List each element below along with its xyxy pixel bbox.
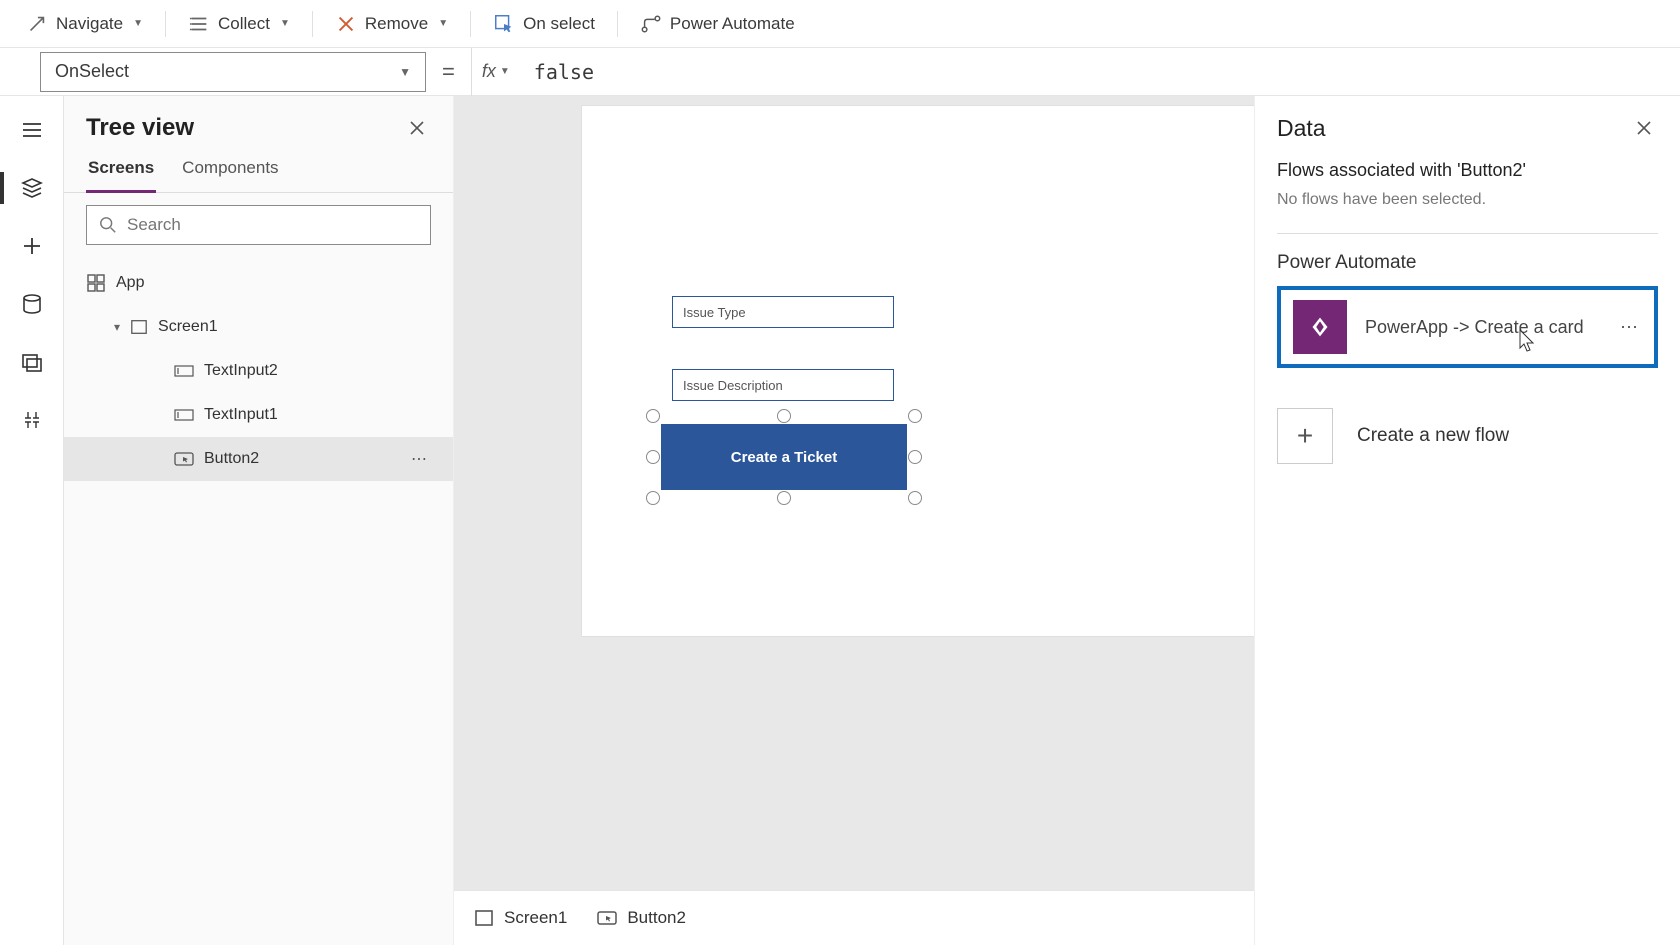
crumb-label: Button2 (627, 908, 686, 928)
new-flow-label: Create a new flow (1357, 425, 1509, 447)
flow-item-create-card[interactable]: PowerApp -> Create a card ⋯ (1277, 286, 1658, 368)
navigate-icon (26, 13, 48, 35)
top-toolbar: Navigate ▼ Collect ▼ Remove ▼ On select … (0, 0, 1680, 48)
textinput-icon (174, 365, 194, 377)
collect-label: Collect (218, 14, 270, 34)
button-label: Create a Ticket (731, 449, 837, 466)
insert-button[interactable] (8, 222, 56, 270)
tools-button[interactable] (8, 396, 56, 444)
collect-icon (188, 13, 210, 35)
more-button[interactable]: ⋯ (407, 445, 431, 473)
flow-label: PowerApp -> Create a card (1365, 317, 1598, 338)
hamburger-button[interactable] (8, 106, 56, 154)
chevron-down-icon: ▼ (280, 18, 290, 29)
left-rail (0, 96, 64, 945)
power-automate-button[interactable]: Power Automate (626, 7, 809, 41)
tree-item-textinput2[interactable]: TextInput2 (64, 349, 453, 393)
cursor-icon (493, 13, 515, 35)
collect-button[interactable]: Collect ▼ (174, 7, 304, 41)
no-flows-text: No flows have been selected. (1277, 191, 1658, 209)
formula-bar: OnSelect ▼ = fx ▼ false (0, 48, 1680, 96)
canvas-textinput1[interactable]: Issue Description (672, 369, 894, 401)
data-button[interactable] (8, 280, 56, 328)
data-panel: Data Flows associated with 'Button2' No … (1254, 96, 1680, 945)
power-automate-heading: Power Automate (1277, 252, 1658, 274)
tree-label: TextInput1 (204, 406, 278, 424)
formula-input[interactable]: false (520, 60, 1680, 84)
crumb-label: Screen1 (504, 908, 567, 928)
property-value: OnSelect (55, 61, 129, 82)
canvas-surface[interactable]: Issue Type Issue Description Create a Ti… (582, 106, 1254, 636)
tree-title: Tree view (86, 114, 194, 142)
flow-more-button[interactable]: ⋯ (1616, 313, 1642, 342)
button-icon (597, 911, 617, 925)
create-new-flow-button[interactable]: + Create a new flow (1277, 408, 1658, 464)
media-button[interactable] (8, 338, 56, 386)
separator (617, 11, 618, 37)
property-dropdown[interactable]: OnSelect ▼ (40, 52, 426, 92)
app-icon (86, 273, 106, 293)
tree-view-button[interactable] (8, 164, 56, 212)
chevron-down-icon: ▼ (133, 18, 143, 29)
input-placeholder: Issue Type (683, 305, 746, 320)
screen-icon (474, 908, 494, 928)
flow-icon (640, 13, 662, 35)
separator (312, 11, 313, 37)
breadcrumb: Screen1 Button2 (454, 890, 1254, 945)
fx-label: fx (482, 61, 496, 82)
tab-components[interactable]: Components (180, 150, 280, 192)
powerapps-icon (1293, 300, 1347, 354)
search-icon (99, 216, 117, 234)
close-tree-button[interactable] (403, 114, 431, 142)
chevron-down-icon: ▼ (399, 65, 411, 79)
canvas-button2[interactable]: Create a Ticket (661, 424, 907, 490)
textinput-icon (174, 409, 194, 421)
tree-view-panel: Tree view Screens Components App (64, 96, 454, 945)
chevron-down-icon: ▾ (114, 320, 120, 334)
on-select-button[interactable]: On select (479, 7, 609, 41)
tree-label: Screen1 (158, 318, 218, 336)
tree-item-textinput1[interactable]: TextInput1 (64, 393, 453, 437)
tree-label: Button2 (204, 450, 259, 468)
tree-item-screen1[interactable]: ▾ Screen1 (64, 305, 453, 349)
separator (165, 11, 166, 37)
data-title: Data (1277, 115, 1326, 142)
screen-icon (130, 318, 148, 336)
tree-item-app[interactable]: App (64, 261, 453, 305)
canvas-area: Issue Type Issue Description Create a Ti… (454, 96, 1254, 945)
remove-button[interactable]: Remove ▼ (321, 7, 462, 41)
on-select-label: On select (523, 14, 595, 34)
separator (470, 11, 471, 37)
tree-label: App (116, 274, 144, 292)
equals-sign: = (426, 59, 471, 85)
tab-screens[interactable]: Screens (86, 150, 156, 193)
navigate-label: Navigate (56, 14, 123, 34)
plus-icon: + (1277, 408, 1333, 464)
navigate-button[interactable]: Navigate ▼ (12, 7, 157, 41)
remove-icon (335, 13, 357, 35)
chevron-down-icon: ▼ (438, 18, 448, 29)
search-input[interactable] (127, 215, 418, 235)
chevron-down-icon: ▼ (500, 66, 510, 77)
button-icon (174, 452, 194, 466)
divider (1277, 233, 1658, 234)
crumb-button2[interactable]: Button2 (597, 908, 686, 928)
fx-button[interactable]: fx ▼ (471, 48, 520, 96)
input-placeholder: Issue Description (683, 378, 783, 393)
crumb-screen1[interactable]: Screen1 (474, 908, 567, 928)
search-box[interactable] (86, 205, 431, 245)
power-automate-label: Power Automate (670, 14, 795, 34)
tree-item-button2[interactable]: Button2 ⋯ (64, 437, 453, 481)
close-data-button[interactable] (1630, 114, 1658, 142)
tree-label: TextInput2 (204, 362, 278, 380)
remove-label: Remove (365, 14, 428, 34)
canvas-textinput2[interactable]: Issue Type (672, 296, 894, 328)
flows-associated-label: Flows associated with 'Button2' (1277, 160, 1658, 181)
